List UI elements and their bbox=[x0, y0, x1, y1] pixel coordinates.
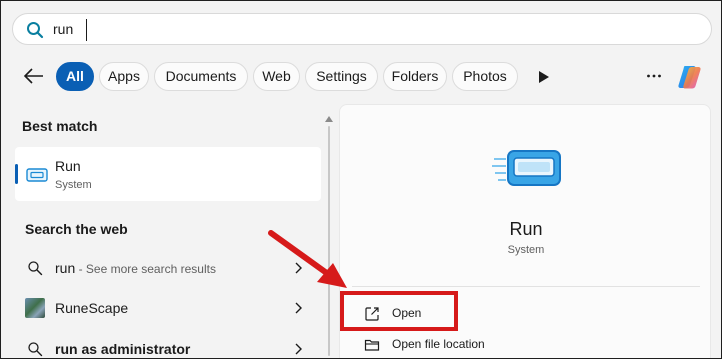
filter-documents[interactable]: Documents bbox=[154, 62, 248, 91]
web-result-label: RuneScape bbox=[55, 300, 128, 316]
search-input[interactable]: run bbox=[53, 21, 73, 37]
best-match-run[interactable]: Run System bbox=[15, 147, 321, 201]
web-result-query: RuneScape bbox=[55, 300, 129, 316]
web-result-query: run bbox=[55, 260, 76, 276]
search-icon bbox=[27, 22, 44, 39]
run-app-icon bbox=[26, 168, 48, 182]
folder-icon bbox=[364, 339, 380, 351]
chevron-right-icon bbox=[295, 262, 302, 274]
more-filters-icon[interactable] bbox=[538, 70, 550, 84]
search-icon bbox=[28, 342, 43, 357]
scroll-up-icon[interactable] bbox=[325, 116, 333, 122]
web-result-run[interactable]: run - See more search results bbox=[15, 250, 321, 286]
results-scrollbar[interactable] bbox=[325, 116, 333, 358]
filter-folders[interactable]: Folders bbox=[383, 62, 447, 91]
open-file-location-label: Open file location bbox=[392, 337, 485, 351]
back-arrow-icon[interactable] bbox=[23, 67, 45, 85]
preview-app-type: System bbox=[507, 244, 545, 256]
open-file-location-action[interactable]: Open file location bbox=[360, 333, 560, 357]
divider bbox=[352, 286, 700, 287]
chevron-right-icon bbox=[295, 343, 302, 355]
filter-all[interactable]: All bbox=[56, 62, 94, 91]
search-web-heading: Search the web bbox=[25, 221, 128, 237]
best-match-heading: Best match bbox=[22, 118, 98, 134]
web-result-run-as-admin[interactable]: run as administrator bbox=[15, 331, 321, 358]
text-caret bbox=[86, 19, 87, 41]
best-match-title: Run bbox=[55, 158, 81, 174]
ellipsis-icon[interactable] bbox=[646, 71, 662, 81]
preview-app-name: Run bbox=[509, 219, 543, 239]
selection-indicator bbox=[15, 164, 18, 184]
web-result-label: run as administrator bbox=[55, 341, 190, 357]
chevron-right-icon bbox=[295, 302, 302, 314]
best-match-subtitle: System bbox=[55, 179, 92, 191]
annotation-highlight-box bbox=[340, 291, 458, 331]
search-box[interactable]: run bbox=[12, 13, 712, 45]
web-result-query: run as administrator bbox=[55, 341, 191, 357]
run-app-icon bbox=[492, 150, 561, 186]
search-icon bbox=[28, 261, 43, 276]
filter-photos[interactable]: Photos bbox=[452, 62, 518, 91]
web-result-runescape[interactable]: RuneScape bbox=[15, 290, 321, 326]
web-result-hint: - See more search results bbox=[75, 262, 216, 276]
filter-web[interactable]: Web bbox=[253, 62, 300, 91]
web-result-label: run - See more search results bbox=[55, 260, 216, 276]
runescape-thumbnail bbox=[25, 298, 45, 318]
start-search-window: run All Apps Documents Web Settings Fold… bbox=[0, 0, 722, 359]
copilot-icon[interactable] bbox=[676, 62, 706, 92]
scrollbar-track[interactable] bbox=[328, 126, 330, 356]
filter-apps[interactable]: Apps bbox=[99, 62, 149, 91]
filter-settings[interactable]: Settings bbox=[305, 62, 378, 91]
